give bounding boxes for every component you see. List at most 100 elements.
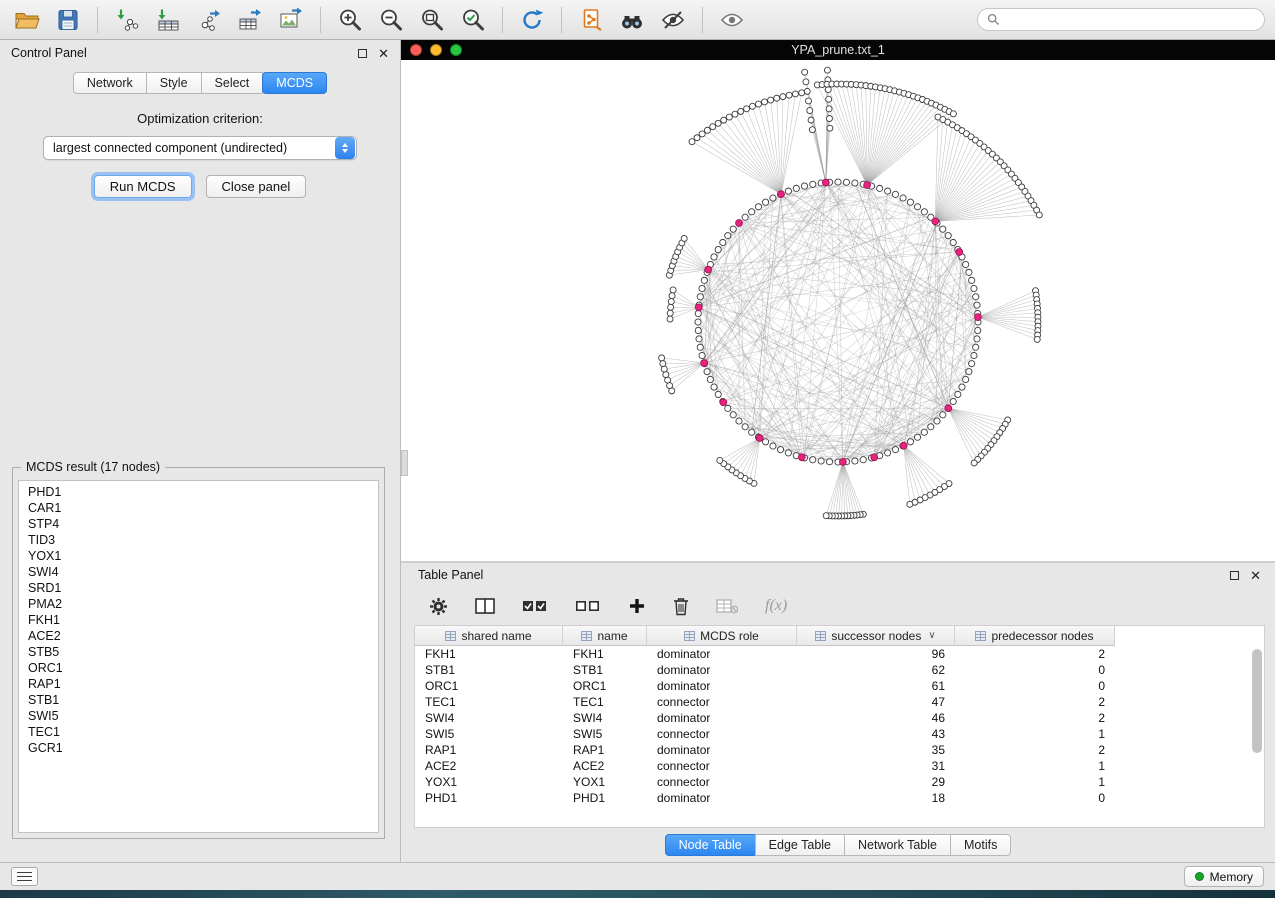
mcds-result-item[interactable]: RAP1 [19,676,378,692]
import-network-button[interactable] [110,5,144,35]
clone-network-button[interactable] [574,5,608,35]
table-row[interactable]: FKH1FKH1dominator962 [415,646,1264,662]
table-panel-header: Table Panel ✕ [401,563,1275,587]
table-scrollbar-thumb[interactable] [1252,649,1262,753]
mcds-result-item[interactable]: CAR1 [19,500,378,516]
table-toolbar: f(x) [401,587,1275,625]
mcds-result-item[interactable]: TEC1 [19,724,378,740]
table-row[interactable]: RAP1RAP1dominator352 [415,742,1264,758]
close-panel-icon[interactable]: ✕ [1250,569,1261,582]
cell-successor: 47 [797,694,955,710]
mcds-result-item[interactable]: ACE2 [19,628,378,644]
settings-gear-icon [429,597,448,616]
minimize-window-icon[interactable] [430,44,442,56]
desktop-background-strip [0,890,1275,898]
close-panel-icon[interactable]: ✕ [378,47,389,60]
table-row[interactable]: STB1STB1dominator620 [415,662,1264,678]
criterion-dropdown[interactable]: largest connected component (undirected) [43,136,357,160]
table-row[interactable]: SWI5SWI5connector431 [415,726,1264,742]
table-row[interactable]: SWI4SWI4dominator462 [415,710,1264,726]
export-table-button[interactable] [233,5,267,35]
mcds-result-item[interactable]: SWI5 [19,708,378,724]
table-row[interactable]: ORC1ORC1dominator610 [415,678,1264,694]
mcds-result-item[interactable]: FKH1 [19,612,378,628]
tab-network-table[interactable]: Network Table [844,834,951,856]
table-row[interactable]: PHD1PHD1dominator180 [415,790,1264,806]
memory-button[interactable]: Memory [1184,866,1264,887]
deselect-all-button[interactable] [575,598,601,614]
mcds-result-item[interactable]: STB1 [19,692,378,708]
cell-successor: 46 [797,710,955,726]
maximize-window-icon[interactable] [450,44,462,56]
search-icon [987,13,1000,26]
tab-select[interactable]: Select [201,72,264,94]
show-detail-button[interactable] [715,5,749,35]
select-all-button[interactable] [522,598,548,614]
column-grid-icon [445,631,456,641]
splitter-grip[interactable] [401,450,408,476]
find-button[interactable] [615,5,649,35]
export-network-button[interactable] [192,5,226,35]
mcds-result-item[interactable]: YOX1 [19,548,378,564]
refresh-button[interactable] [515,5,549,35]
hide-detail-button[interactable] [656,5,690,35]
table-row[interactable]: YOX1YOX1connector291 [415,774,1264,790]
tab-style[interactable]: Style [146,72,202,94]
cell-name: PHD1 [563,790,647,806]
function-builder-icon: f(x) [765,597,787,615]
column-header-mcds-role[interactable]: MCDS role [647,626,797,646]
settings-button[interactable] [429,597,448,616]
zoom-selected-button[interactable] [456,5,490,35]
search-input[interactable] [1006,13,1255,27]
toolbar-separator [502,7,503,33]
cell-mcds_role: dominator [647,678,797,694]
mcds-result-item[interactable]: TID3 [19,532,378,548]
table-row[interactable]: TEC1TEC1connector472 [415,694,1264,710]
refresh-icon [519,7,545,33]
zoom-out-button[interactable] [374,5,408,35]
add-row-button[interactable] [628,597,646,615]
table-row[interactable]: ACE2ACE2connector311 [415,758,1264,774]
zoom-fit-button[interactable] [415,5,449,35]
save-session-button[interactable] [51,5,85,35]
close-panel-button[interactable]: Close panel [206,175,307,198]
cell-shared_name: TEC1 [415,694,563,710]
tab-network[interactable]: Network [73,72,147,94]
column-header-shared-name[interactable]: shared name [415,626,563,646]
tab-node-table[interactable]: Node Table [665,834,756,856]
column-grid-icon [975,631,986,641]
tab-motifs[interactable]: Motifs [950,834,1011,856]
mcds-result-item[interactable]: STP4 [19,516,378,532]
mcds-result-item[interactable]: STB5 [19,644,378,660]
delete-row-button[interactable] [673,597,689,616]
open-file-button[interactable] [10,5,44,35]
dropdown-stepper-icon [335,137,355,159]
export-image-button[interactable] [274,5,308,35]
main-toolbar [0,0,1275,40]
mcds-result-item[interactable]: PHD1 [19,484,378,500]
run-mcds-button[interactable]: Run MCDS [94,175,192,198]
mcds-result-item[interactable]: GCR1 [19,740,378,756]
tab-edge-table[interactable]: Edge Table [755,834,845,856]
column-header-successor-nodes[interactable]: successor nodes∨ [797,626,955,646]
mcds-result-item[interactable]: ORC1 [19,660,378,676]
float-panel-icon[interactable] [358,49,367,58]
main-area: Control Panel ✕ NetworkStyleSelectMCDS O… [0,40,1275,862]
cell-shared_name: STB1 [415,662,563,678]
mcds-result-item[interactable]: PMA2 [19,596,378,612]
column-header-predecessor-nodes[interactable]: predecessor nodes [955,626,1115,646]
tab-mcds[interactable]: MCDS [262,72,327,94]
mcds-result-list[interactable]: PHD1CAR1STP4TID3YOX1SWI4SRD1PMA2FKH1ACE2… [18,480,379,833]
panel-menu-button[interactable] [11,867,38,886]
zoom-in-button[interactable] [333,5,367,35]
control-panel-title: Control Panel [11,46,87,60]
column-header-name[interactable]: name [563,626,647,646]
float-panel-icon[interactable] [1230,571,1239,580]
search-field[interactable] [977,8,1265,31]
close-window-icon[interactable] [410,44,422,56]
import-table-button[interactable] [151,5,185,35]
show-columns-button[interactable] [475,597,495,615]
mcds-result-item[interactable]: SWI4 [19,564,378,580]
mcds-result-item[interactable]: SRD1 [19,580,378,596]
network-canvas[interactable] [401,60,1275,561]
